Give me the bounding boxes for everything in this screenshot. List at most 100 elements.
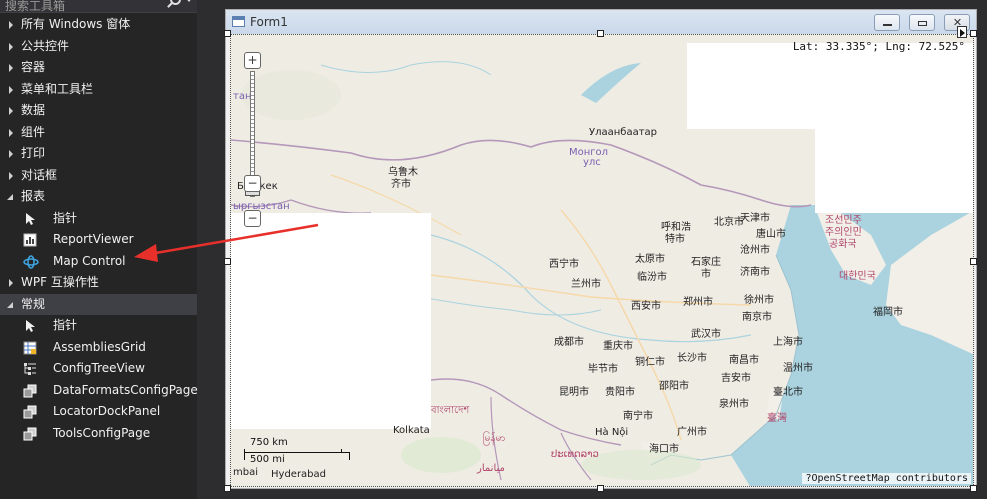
toolbox-item[interactable]: 指针: [0, 208, 197, 230]
toolbox-category[interactable]: 报表: [0, 186, 197, 208]
toolbox-item[interactable]: DataFormatsConfigPage: [0, 380, 198, 402]
latlng-readout: Lat: 33.335°; Lng: 72.525°: [792, 40, 965, 53]
toolbox-label: ToolsConfigPage: [53, 425, 151, 440]
chevron-down-icon[interactable]: [7, 194, 13, 200]
map-label: улс: [583, 157, 601, 168]
toolbox-search-input[interactable]: 搜索工具箱: [5, 0, 65, 14]
toolbox-item[interactable]: 指针: [0, 315, 197, 337]
toolbox-label: AssembliesGrid: [53, 339, 146, 354]
missing-tile: [815, 129, 973, 213]
map-label: 공화국: [829, 239, 857, 250]
chevron-right-icon[interactable]: [9, 42, 13, 51]
minimize-icon: [883, 24, 892, 26]
map-scale-bar: 750 km 500 mi: [241, 437, 351, 467]
resize-handle[interactable]: [597, 485, 604, 492]
map-label: Kolkata: [393, 425, 430, 436]
toolbox-item[interactable]: ToolsConfigPage: [0, 423, 197, 445]
toolbox-label: 容器: [21, 60, 46, 74]
zoom-in-button[interactable]: +: [244, 52, 261, 69]
missing-tile: [231, 213, 431, 429]
missing-tile: [687, 43, 973, 129]
chevron-right-icon[interactable]: [9, 85, 13, 94]
component-icon: [23, 405, 37, 419]
chevron-right-icon[interactable]: [9, 279, 13, 287]
chevron-right-icon[interactable]: [9, 21, 13, 29]
chevron-down-icon[interactable]: [185, 0, 193, 2]
map-label: 郑州市: [683, 297, 713, 308]
chevron-right-icon[interactable]: [9, 128, 13, 137]
resize-handle[interactable]: [224, 30, 231, 37]
search-icon[interactable]: [170, 0, 181, 5]
zoom-out-button[interactable]: −: [244, 175, 261, 192]
toolbox-label: DataFormatsConfigPage: [53, 382, 198, 397]
toolbox-category[interactable]: 公共控件: [0, 36, 197, 58]
toolbox-label: 常规: [21, 296, 46, 311]
map-label: 福岡市: [873, 307, 903, 318]
toolbox-category[interactable]: WPF 互操作性: [0, 272, 197, 294]
toolbox-category[interactable]: 对话框: [0, 165, 197, 187]
zoom-out-button[interactable]: −: [244, 210, 261, 227]
chevron-right-icon[interactable]: [9, 64, 13, 72]
form-icon: [232, 16, 245, 27]
toolbox-item[interactable]: Map Control: [0, 251, 197, 273]
resize-handle[interactable]: [970, 258, 977, 265]
chevron-down-icon[interactable]: [7, 301, 13, 308]
toolbox-label: 对话框: [21, 167, 58, 182]
map-label: 泉州市: [719, 399, 749, 410]
resize-handle[interactable]: [597, 30, 604, 37]
map-label: 대한민국: [839, 271, 876, 282]
toolbox-category[interactable]: 数据: [0, 100, 197, 122]
toolbox-label: 打印: [21, 146, 46, 160]
map-label: 南昌市: [729, 355, 759, 366]
pointer-icon: [23, 319, 37, 333]
map-control[interactable]: Улаанбаатар Монгол улс 乌鲁木 齐市 Бишкек ырг…: [230, 34, 974, 487]
toolbox-search-box[interactable]: 搜索工具箱: [0, 0, 197, 13]
resize-handle[interactable]: [970, 30, 977, 37]
chevron-right-icon[interactable]: [9, 150, 13, 158]
chevron-right-icon[interactable]: [9, 171, 13, 180]
map-label: 太原市: [635, 254, 665, 265]
toolbox-item[interactable]: LocatorDockPanel: [0, 401, 197, 423]
maximize-button[interactable]: [909, 14, 935, 31]
toolbox-label: 指针: [53, 210, 78, 225]
toolbox-label: 组件: [21, 124, 46, 139]
map-control-icon: [23, 254, 39, 269]
resize-handle[interactable]: [224, 485, 231, 492]
map-label: 武汉市: [691, 329, 721, 340]
toolbox-category[interactable]: 菜单和工具栏: [0, 79, 197, 101]
map-attribution: ?OpenStreetMap contributors: [802, 473, 971, 484]
toolbox-category[interactable]: 容器: [0, 57, 197, 79]
minimize-button[interactable]: [874, 14, 900, 31]
toolbox-item[interactable]: ReportViewer: [0, 229, 197, 251]
map-label: 唐山市: [756, 229, 786, 240]
toolbox-category[interactable]: 打印: [0, 143, 197, 165]
map-label: 广州市: [677, 427, 707, 438]
resize-handle[interactable]: [224, 258, 231, 265]
map-label: বাংলাদেশ: [431, 405, 470, 416]
map-label: 吉安市: [721, 373, 751, 384]
maximize-icon: [918, 21, 927, 26]
toolbox-label: 菜单和工具栏: [21, 81, 94, 96]
toolbox-category[interactable]: 组件: [0, 122, 197, 144]
map-label: 温州市: [783, 363, 813, 374]
tree-icon: [23, 362, 37, 376]
map-label: 海口市: [649, 444, 679, 455]
map-label: 临汾市: [637, 272, 667, 283]
form-window[interactable]: Form1 ✕ Улаанбаатар Монгол улс 乌鲁木 齐市 ыр…: [225, 9, 977, 489]
toolbox-category[interactable]: 所有 Windows 窗体: [0, 14, 197, 36]
toolbox-panel: 搜索工具箱 所有 Windows 窗体 公共控件容器菜单和工具栏数据组件打印对话框…: [0, 0, 198, 499]
map-label: 西安市: [631, 301, 661, 312]
map-label: 臺北市: [773, 387, 803, 398]
toolbox-label: WPF 互操作性: [21, 275, 99, 289]
designer-surface: Form1 ✕ Улаанбаатар Монгол улс 乌鲁木 齐市 ыр…: [205, 0, 987, 499]
component-icon: [23, 384, 37, 398]
resize-handle[interactable]: [970, 485, 977, 492]
toolbox-category[interactable]: 常规: [0, 293, 197, 315]
map-label: 南宁市: [623, 411, 653, 422]
toolbox-item[interactable]: ConfigTreeView: [0, 358, 197, 380]
chevron-right-icon[interactable]: [9, 107, 13, 115]
toolbox-item[interactable]: AssembliesGrid: [0, 337, 197, 359]
map-label: 毕节市: [588, 364, 618, 375]
toolbox-list: 所有 Windows 窗体 公共控件容器菜单和工具栏数据组件打印对话框报表指针 Re…: [0, 14, 198, 445]
map-label: Улаанбаатар: [589, 127, 658, 138]
